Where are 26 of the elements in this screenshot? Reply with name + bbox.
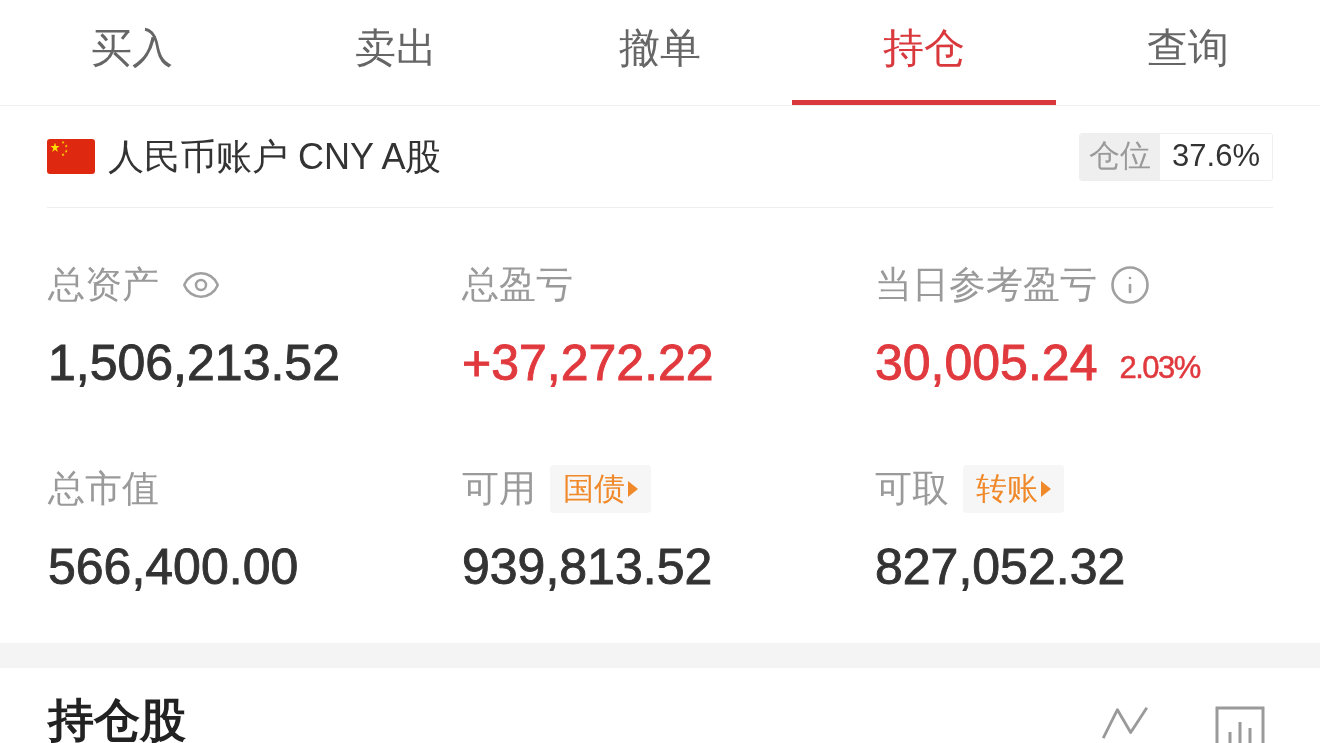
position-label: 仓位 bbox=[1080, 133, 1161, 180]
stat-label: 可取 bbox=[875, 468, 949, 510]
bar-chart-icon[interactable] bbox=[1215, 706, 1265, 743]
tab[interactable]: 买入 bbox=[0, 0, 264, 105]
flag-icon bbox=[47, 139, 95, 174]
line-chart-icon[interactable] bbox=[1100, 704, 1150, 740]
tab[interactable]: 查询 bbox=[1056, 0, 1320, 105]
tab[interactable]: 撤单 bbox=[528, 0, 792, 105]
stat-value: 1,506,213.52 bbox=[48, 338, 340, 388]
stat-label: 可用 bbox=[462, 468, 536, 510]
account-name: 人民币账户 CNY A股 bbox=[108, 135, 442, 178]
stat-label: 当日参考盈亏 bbox=[875, 264, 1097, 306]
stat-value: 566,400.00 bbox=[48, 542, 299, 592]
stat-label: 总盈亏 bbox=[462, 264, 573, 306]
caret-icon bbox=[628, 481, 638, 497]
change-percent: 2.03% bbox=[1119, 350, 1200, 386]
stat-value: 827,052.32 bbox=[875, 542, 1126, 592]
stat-value: 30,005.24 bbox=[875, 338, 1098, 388]
stat-value: 939,813.52 bbox=[462, 542, 713, 592]
info-icon[interactable] bbox=[1109, 264, 1151, 306]
stat-value: +37,272.22 bbox=[462, 338, 714, 388]
tab[interactable]: 卖出 bbox=[264, 0, 528, 105]
stat-label: 总资产 bbox=[48, 264, 159, 306]
tab[interactable]: 持仓 bbox=[792, 0, 1056, 105]
caret-icon bbox=[1041, 481, 1051, 497]
stat-label: 总市值 bbox=[48, 468, 159, 510]
